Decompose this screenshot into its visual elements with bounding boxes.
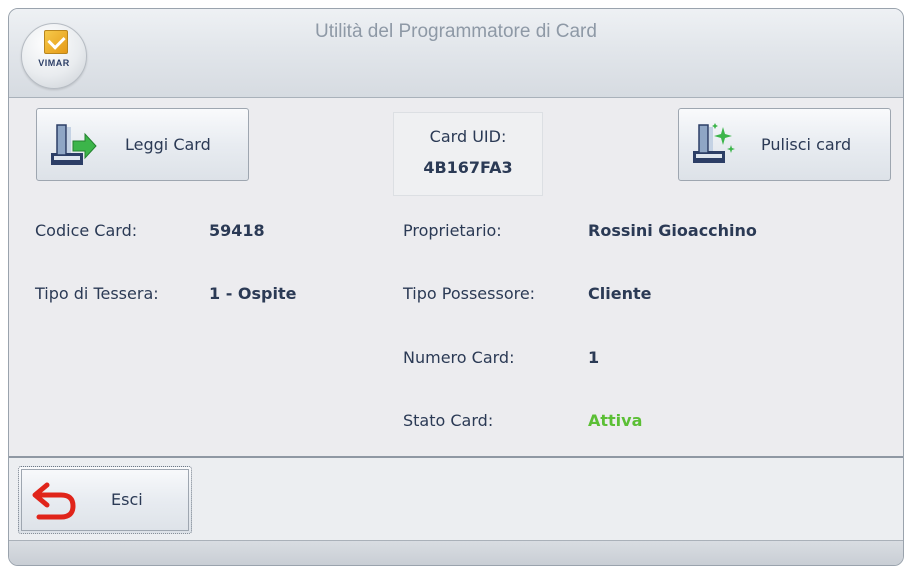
card-number-label: Numero Card: xyxy=(403,348,515,367)
card-code-value: 59418 xyxy=(209,221,265,240)
owner-value: Rossini Gioacchino xyxy=(588,221,757,240)
clear-card-label: Pulisci card xyxy=(761,135,852,154)
card-code-label: Codice Card: xyxy=(35,221,138,240)
owner-label: Proprietario: xyxy=(403,221,502,240)
card-programmer-window: VIMAR Utilità del Programmatore di Card … xyxy=(8,8,904,566)
logo-text: VIMAR xyxy=(38,58,70,68)
card-read-icon xyxy=(51,124,97,165)
card-state-value: Attiva xyxy=(588,411,643,430)
exit-label: Esci xyxy=(111,490,143,509)
card-number-value: 1 xyxy=(588,348,600,367)
read-card-button[interactable]: Leggi Card xyxy=(36,108,249,181)
holder-type-label: Tipo Possessore: xyxy=(403,284,536,303)
card-info-panel: Leggi Card Card UID: 4B167FA3 Pulisci ca… xyxy=(9,98,903,456)
card-type-label: Tipo di Tessera: xyxy=(35,284,159,303)
footer-bar: Esci xyxy=(9,456,903,540)
exit-button[interactable]: Esci xyxy=(18,466,192,534)
title-bar: VIMAR Utilità del Programmatore di Card xyxy=(9,9,903,98)
card-clear-icon xyxy=(693,123,735,163)
card-uid-box: Card UID: 4B167FA3 xyxy=(393,112,543,196)
clear-card-button[interactable]: Pulisci card xyxy=(678,108,891,181)
card-uid-value: 4B167FA3 xyxy=(423,158,513,177)
holder-type-value: Cliente xyxy=(588,284,652,303)
card-state-label: Stato Card: xyxy=(403,411,494,430)
card-uid-label: Card UID: xyxy=(429,127,507,146)
card-type-value: 1 - Ospite xyxy=(209,284,297,303)
status-bar xyxy=(9,540,903,565)
window-title: Utilità del Programmatore di Card xyxy=(315,21,597,42)
read-card-label: Leggi Card xyxy=(125,135,211,154)
back-arrow-icon xyxy=(32,482,76,520)
